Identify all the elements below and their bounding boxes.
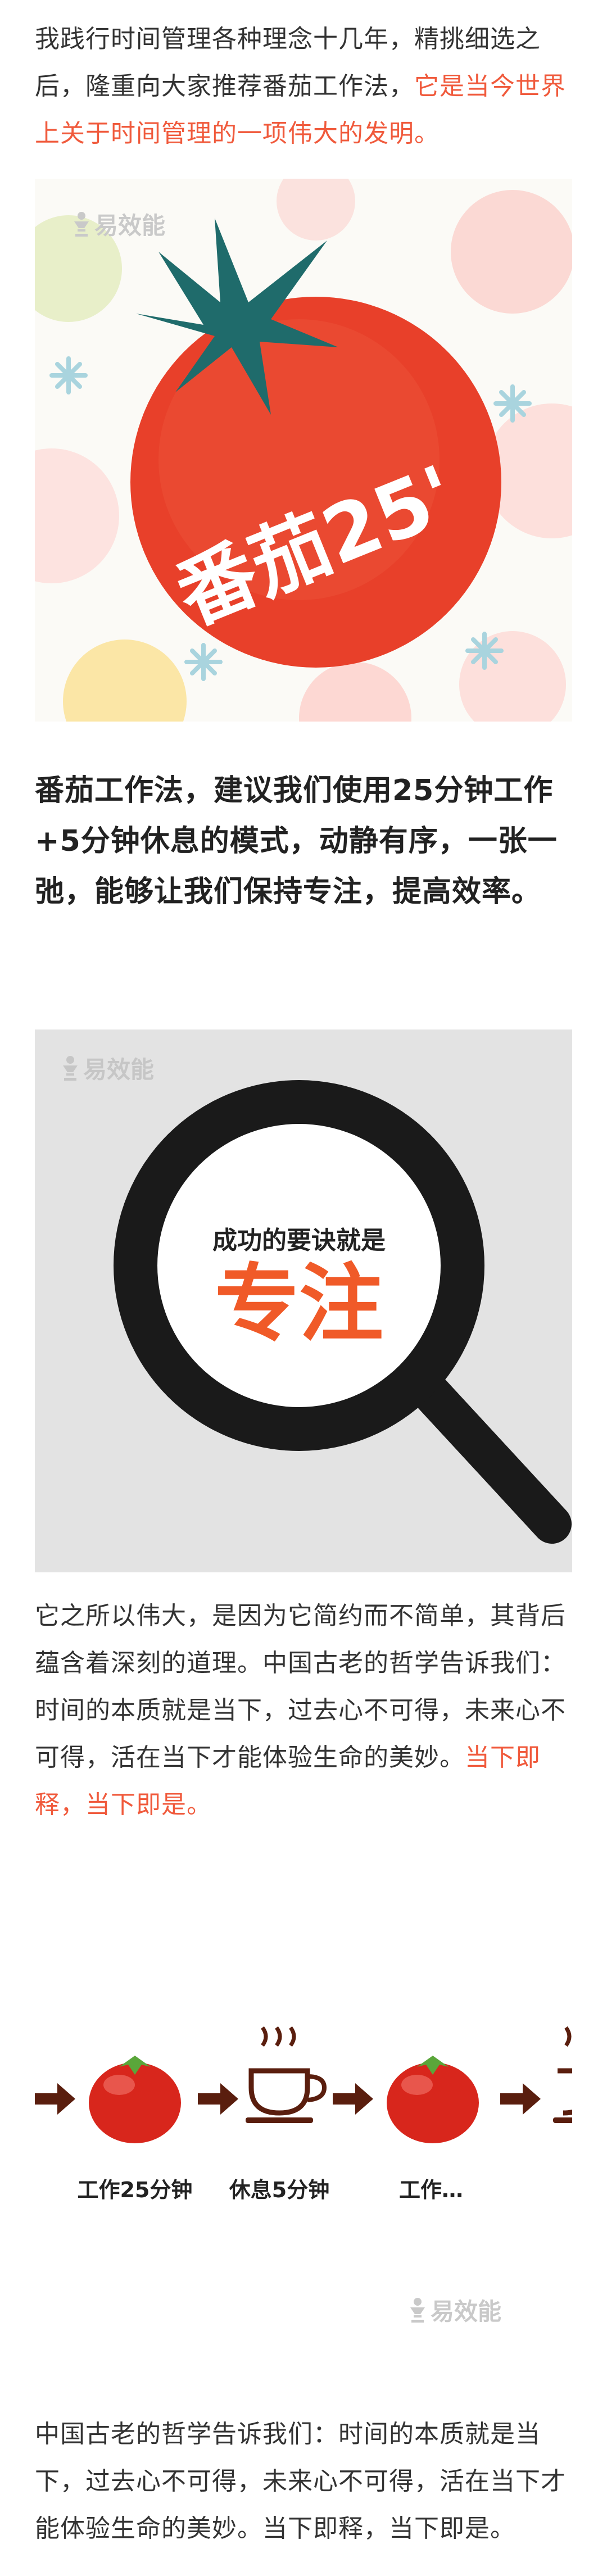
brand-mark-icon <box>74 211 89 237</box>
cycle-label-work-next: 工作… <box>399 2178 463 2202</box>
intro-paragraph: 我践行时间管理各种理念十几年，精挑细选之后，隆重向大家推荐番茄工作法，它是当今世… <box>35 16 572 157</box>
brand-logo: 易效能 <box>61 1051 154 1085</box>
brand-mark-icon <box>63 1055 78 1081</box>
brand-logo-text: 易效能 <box>83 1056 155 1083</box>
tomato-25-illustration: 番茄25' 易效能 <box>35 179 572 722</box>
magnifier-icon: 成功的要诀就是 专注 <box>114 1080 572 1544</box>
cycle-label-work: 工作25分钟 <box>78 2178 193 2202</box>
tomato-icon <box>387 2056 479 2143</box>
cycle-label-rest: 休息5分钟 <box>229 2178 329 2202</box>
brand-logo: 易效能 <box>72 207 165 241</box>
lens-caption: 成功的要诀就是 <box>212 1226 386 1255</box>
summary-paragraph: 番茄工作法，建议我们使用25分钟工作+5分钟休息的模式，动静有序，一张一弛，能够… <box>35 774 558 909</box>
brand-logo: 易效能 <box>408 2293 501 2327</box>
closing-paragraph: 中国古老的哲学告诉我们：时间的本质就是当下，过去心不可得，未来心不可得，活在当下… <box>35 2420 566 2543</box>
focus-magnifier-illustration: 成功的要诀就是 专注 易效能 <box>35 1030 572 1572</box>
brand-logo-text: 易效能 <box>94 212 166 239</box>
brand-mark-icon <box>410 2297 425 2323</box>
pomodoro-cycle-illustration: 工作25分钟 休息5分钟 工作… 易效能 <box>35 1849 572 2388</box>
coffee-cup-icon <box>246 2026 327 2123</box>
lens-focus-word: 专注 <box>215 1255 383 1353</box>
coffee-cup-icon <box>553 2026 572 2123</box>
tomato-pattern-background: 番茄25' <box>35 179 572 722</box>
body-paragraph: 它之所以伟大，是因为它简约而不简单，其背后蕴含着深刻的道理。中国古老的哲学告诉我… <box>35 1593 572 1829</box>
tomato-icon <box>89 2056 181 2143</box>
brand-logo-text: 易效能 <box>431 2298 502 2325</box>
